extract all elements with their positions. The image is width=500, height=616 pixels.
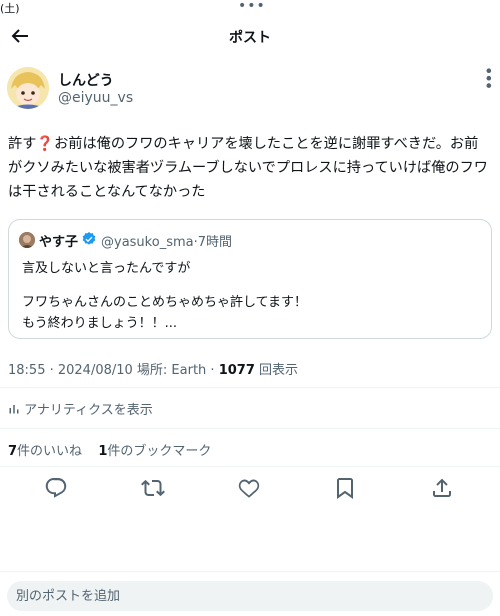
reply-input[interactable]	[7, 581, 493, 611]
author-avatar[interactable]	[7, 67, 49, 109]
tweet-line-1: 許す❓お前は俺のフワのキャリアを壊したことを逆に謝罪すべきだ。お前	[8, 132, 496, 156]
author-handle[interactable]: @eiyuu_vs	[58, 90, 133, 106]
post-datetime: 18:55 · 2024/08/10 場所: Earth ·	[8, 363, 219, 378]
red-question-emoji: ❓	[36, 136, 55, 152]
tweet-line-2: がクソみたいな被害者ヅラムーブしないでプロレスに持っていけば俺のフワ	[8, 160, 488, 176]
status-bar-dots: •••	[238, 0, 266, 14]
verified-icon	[82, 232, 96, 245]
likes-number: 7	[8, 444, 18, 459]
engagement-counts: 7件のいいね 1件のブックマーク	[8, 440, 211, 459]
more-icon[interactable]: •••	[479, 66, 498, 88]
quoted-avatar-image	[19, 232, 35, 248]
bookmarks-count[interactable]: 1件のブックマーク	[98, 444, 211, 459]
view-count: 1077	[218, 363, 255, 378]
quoted-text-line-3: もう終わりましょう！！...	[22, 316, 178, 331]
post-meta: 18:55 · 2024/08/10 場所: Earth · 1077 回表示	[8, 359, 298, 378]
bookmarks-label: 件のブックマーク	[107, 444, 212, 459]
tweet-line-1-rest: お前は俺のフワのキャリアを壊したことを逆に謝罪すべきだ。お前	[54, 136, 479, 152]
quoted-author-avatar	[19, 232, 35, 248]
quoted-text-line-1: 言及しないと言ったんですが	[22, 261, 191, 276]
tweet-line-1-start: 許す	[8, 136, 37, 152]
quoted-handle-time: @yasuko_sma·7時間	[101, 235, 232, 250]
divider	[0, 466, 500, 467]
analytics-link[interactable]: アナリティクスを表示	[8, 399, 153, 418]
action-bar	[0, 476, 500, 500]
likes-count[interactable]: 7件のいいね	[8, 444, 82, 459]
divider	[0, 387, 500, 388]
status-bar-time: (土)	[0, 2, 20, 15]
quoted-post[interactable]: やす子 @yasuko_sma·7時間 言及しないと言ったんですが フワちゃんさ…	[8, 219, 492, 339]
avatar-image	[7, 67, 49, 109]
bookmark-icon[interactable]	[333, 476, 357, 500]
view-label: 回表示	[254, 363, 299, 378]
tweet-line-3: は干されることなんてなかった	[8, 184, 206, 200]
repost-icon[interactable]	[141, 476, 165, 500]
analytics-label: アナリティクスを表示	[24, 403, 153, 418]
likes-label: 件のいいね	[17, 444, 83, 459]
reply-bar	[0, 571, 500, 616]
quoted-author-name: やす子	[39, 235, 79, 250]
analytics-icon	[9, 405, 19, 414]
page-title: ポスト	[229, 30, 271, 46]
divider	[0, 428, 500, 429]
like-icon[interactable]	[237, 476, 261, 500]
quoted-text-line-2: フワちゃんさんのことめちゃめちゃ許してます！	[22, 295, 307, 310]
author-name[interactable]: しんどう	[58, 70, 114, 90]
tweet-text: 許す❓お前は俺のフワのキャリアを壊したことを逆に謝罪すべきだ。お前 がクソみたい…	[8, 132, 496, 204]
share-icon[interactable]	[430, 476, 454, 500]
reply-icon[interactable]	[44, 476, 68, 500]
